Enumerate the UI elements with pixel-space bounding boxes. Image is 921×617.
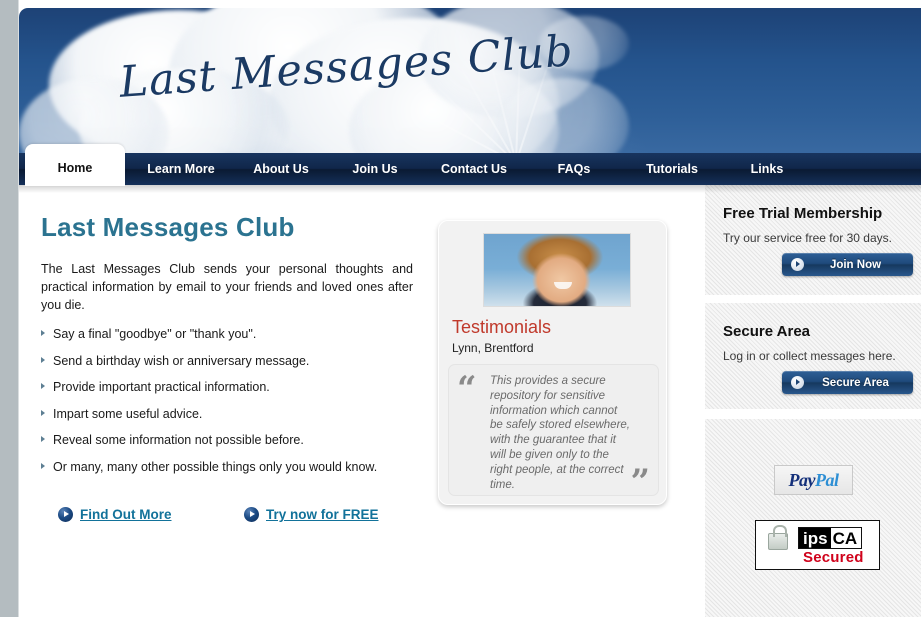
testimonial-photo bbox=[483, 233, 631, 307]
page-root: Last Messages Club Home Learn More About U… bbox=[0, 0, 921, 617]
testimonial-card: Testimonials Lynn, Brentford “ This prov… bbox=[438, 220, 667, 505]
main-navigation: Home Learn More About Us Join Us Contact Us F… bbox=[19, 144, 921, 193]
feature-list-item: Or many, many other possible things only… bbox=[41, 460, 441, 474]
secure-area-panel: Secure Area Log in or collect messages h… bbox=[705, 303, 921, 409]
play-circle-icon bbox=[244, 507, 259, 522]
secure-area-label: Secure Area bbox=[822, 376, 889, 389]
join-now-label: Join Now bbox=[829, 258, 882, 271]
quote-open-icon: “ bbox=[457, 369, 477, 409]
ipsca-secured-label: Secured bbox=[803, 549, 864, 566]
testimonial-quote-box: “ This provides a secure repository for … bbox=[448, 364, 659, 502]
nav-item-contact-us[interactable]: Contact Us bbox=[421, 153, 527, 185]
feature-list-item: Provide important practical information. bbox=[41, 380, 441, 394]
trust-badges-panel: Pay Pal ips CA Secured bbox=[705, 419, 921, 617]
paypal-badge[interactable]: Pay Pal bbox=[774, 465, 853, 495]
play-circle-icon bbox=[791, 258, 804, 271]
feature-list-item: Reveal some information not possible bef… bbox=[41, 433, 441, 447]
paypal-text-pay: Pay bbox=[788, 469, 816, 490]
secure-area-title: Secure Area bbox=[723, 323, 810, 340]
ipsca-text-ips: ips bbox=[799, 528, 831, 548]
free-trial-panel: Free Trial Membership Try our service fr… bbox=[705, 185, 921, 295]
nav-item-tutorials[interactable]: Tutorials bbox=[619, 153, 725, 185]
padlock-icon bbox=[768, 525, 788, 550]
paypal-text-pal: Pal bbox=[814, 469, 839, 490]
ipsca-secured-badge[interactable]: ips CA Secured bbox=[755, 520, 880, 570]
nav-item-home[interactable]: Home bbox=[25, 144, 125, 186]
nav-item-faqs[interactable]: FAQs bbox=[531, 153, 617, 185]
free-trial-description: Try our service free for 30 days. bbox=[723, 231, 892, 245]
testimonial-heading: Testimonials bbox=[452, 317, 552, 337]
nav-item-about-us[interactable]: About Us bbox=[233, 153, 329, 185]
join-now-button[interactable]: Join Now bbox=[782, 253, 913, 276]
feature-list-item: Send a birthday wish or anniversary mess… bbox=[41, 354, 441, 368]
feature-list-item: Say a final "goodbye" or "thank you". bbox=[41, 327, 441, 341]
find-out-more-label: Find Out More bbox=[80, 507, 172, 522]
secure-area-description: Log in or collect messages here. bbox=[723, 349, 896, 363]
ipsca-wordmark: ips CA bbox=[798, 527, 863, 549]
secure-area-button[interactable]: Secure Area bbox=[782, 371, 913, 394]
feature-list: Say a final "goodbye" or "thank you". Sen… bbox=[41, 327, 441, 486]
main-content: Last Messages Club The Last Messages Clu… bbox=[19, 185, 705, 617]
testimonial-author: Lynn, Brentford bbox=[452, 341, 534, 355]
page-title: Last Messages Club bbox=[41, 212, 295, 242]
site-shell: Last Messages Club Home Learn More About U… bbox=[19, 0, 921, 617]
nav-item-links[interactable]: Links bbox=[725, 153, 809, 185]
nav-item-learn-more[interactable]: Learn More bbox=[129, 153, 233, 185]
right-sidebar: Free Trial Membership Try our service fr… bbox=[705, 185, 921, 617]
try-now-free-link[interactable]: Try now for FREE bbox=[244, 507, 379, 522]
testimonial-quote-text: This provides a secure repository for se… bbox=[490, 375, 630, 491]
free-trial-title: Free Trial Membership bbox=[723, 205, 883, 222]
play-circle-icon bbox=[58, 507, 73, 522]
try-now-free-label: Try now for FREE bbox=[266, 507, 379, 522]
ipsca-text-ca: CA bbox=[830, 528, 862, 548]
intro-paragraph: The Last Messages Club sends your person… bbox=[41, 262, 413, 312]
find-out-more-link[interactable]: Find Out More bbox=[58, 507, 172, 522]
quote-close-icon: ” bbox=[630, 462, 650, 502]
feature-list-item: Impart some useful advice. bbox=[41, 407, 441, 421]
nav-item-join-us[interactable]: Join Us bbox=[329, 153, 421, 185]
play-circle-icon bbox=[791, 376, 804, 389]
photo-smile-detail bbox=[554, 282, 572, 289]
